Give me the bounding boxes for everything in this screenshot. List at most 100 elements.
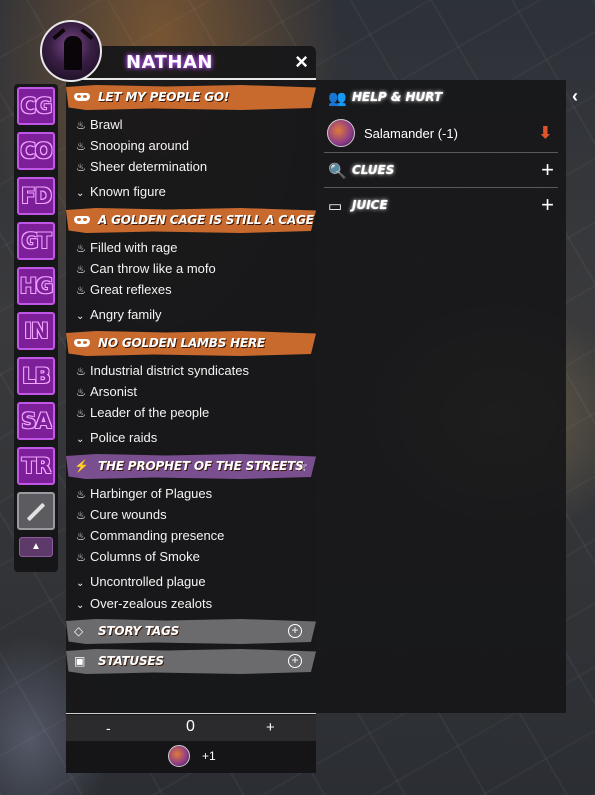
add-story-tag-icon[interactable]: + xyxy=(288,624,302,638)
help-hurt-panel: 👥 HELP & HURT Salamander (-1) ⬇ 🔍 CLUES … xyxy=(316,80,566,713)
lightning-icon: ⚡ xyxy=(74,459,89,473)
hurt-arrow-icon[interactable]: ⬇ xyxy=(539,123,552,143)
side-tab-column: CG CO FD GT HG IN LB SA TR ▲ xyxy=(14,84,58,572)
increment-button[interactable]: + xyxy=(266,719,275,736)
side-tab-tr[interactable]: TR xyxy=(17,447,55,485)
power-tag[interactable]: ♨ Great reflexes xyxy=(66,279,316,300)
clues-title: CLUES xyxy=(352,163,395,177)
mask-icon xyxy=(74,336,92,350)
weakness-tag-label: Angry family xyxy=(90,307,162,322)
side-tab-co[interactable]: CO xyxy=(17,132,55,170)
flame-icon: ♨ xyxy=(76,531,86,543)
story-tags-title: STORY TAGS xyxy=(98,624,180,638)
help-entry[interactable]: Salamander (-1) ⬇ xyxy=(324,115,558,153)
flame-icon: ♨ xyxy=(76,366,86,378)
weakness-tag-label: Over-zealous zealots xyxy=(90,596,213,611)
weakness-tag[interactable]: ⌄ Over-zealous zealots xyxy=(66,593,316,614)
collapse-up-button[interactable]: ▲ xyxy=(19,537,53,557)
add-status-icon[interactable]: + xyxy=(288,654,302,668)
power-tag-label: Leader of the people xyxy=(90,405,210,420)
weakness-tag-label: Known figure xyxy=(90,184,166,199)
power-tag-label: Sheer determination xyxy=(90,159,208,174)
search-icon: 🔍 xyxy=(328,163,347,180)
theme-banner[interactable]: NO GOLDEN LAMBS HERE xyxy=(66,331,316,356)
side-tab-fd[interactable]: FD xyxy=(17,177,55,215)
weakness-tag[interactable]: ⌄ Police raids xyxy=(66,423,316,449)
chevron-down-icon: ⌄ xyxy=(76,600,85,611)
salamander-avatar xyxy=(327,119,355,147)
power-tag[interactable]: ♨ Brawl xyxy=(66,114,316,135)
counter-row: - 0 + xyxy=(66,715,316,741)
weakness-tag[interactable]: ⌄ Uncontrolled plague xyxy=(66,567,316,593)
clues-row: 🔍 CLUES + xyxy=(324,153,558,188)
weakness-tag-label: Police raids xyxy=(90,430,158,445)
theme-banner[interactable]: A GOLDEN CAGE IS STILL A CAGE xyxy=(66,208,316,233)
theme-title: NO GOLDEN LAMBS HERE xyxy=(98,336,266,350)
power-tag[interactable]: ♨ Harbinger of Plagues xyxy=(66,483,316,504)
side-tab-in[interactable]: IN xyxy=(17,312,55,350)
medkit-icon: ▣ xyxy=(74,654,86,668)
help-entry-name: Salamander (-1) xyxy=(364,126,458,141)
close-icon[interactable]: × xyxy=(295,49,308,75)
flame-icon: ♨ xyxy=(76,264,86,276)
side-tab-lb[interactable]: LB xyxy=(17,357,55,395)
weakness-tag[interactable]: ⌄ Known figure xyxy=(66,177,316,203)
counter-value: 0 xyxy=(186,718,195,735)
power-tag[interactable]: ♨ Columns of Smoke xyxy=(66,546,316,567)
statuses-banner[interactable]: ▣ STATUSES + xyxy=(66,649,316,674)
add-juice-icon[interactable]: + xyxy=(541,192,554,218)
power-tag[interactable]: ♨ Can throw like a mofo xyxy=(66,258,316,279)
power-tag-label: Snooping around xyxy=(90,138,190,153)
power-tag-label: Great reflexes xyxy=(90,282,172,297)
power-tag-label: Industrial district syndicates xyxy=(90,363,249,378)
helper-avatar xyxy=(168,745,190,767)
edit-tool-button[interactable] xyxy=(17,492,55,530)
theme-banner[interactable]: ⚡ THE PROPHET OF THE STREETS ☆ xyxy=(66,454,316,479)
flame-icon: ♨ xyxy=(76,489,86,501)
side-tab-sa[interactable]: SA xyxy=(17,402,55,440)
pencil-icon xyxy=(26,502,46,522)
flame-icon: ♨ xyxy=(76,243,86,255)
modifier-value: +1 xyxy=(202,749,216,763)
character-avatar[interactable] xyxy=(40,20,102,82)
flame-icon: ♨ xyxy=(76,141,86,153)
character-sheet-panel: NATHAN × LET MY PEOPLE GO! ♨ Brawl ♨ Snoop… xyxy=(66,46,316,773)
star-icon[interactable]: ☆ xyxy=(295,458,308,475)
character-name: NATHAN xyxy=(126,52,213,73)
power-tag[interactable]: ♨ Industrial district syndicates xyxy=(66,360,316,381)
story-tags-banner[interactable]: ◇ STORY TAGS + xyxy=(66,619,316,644)
power-tag-label: Cure wounds xyxy=(90,507,167,522)
flame-icon: ♨ xyxy=(76,387,86,399)
theme-banner[interactable]: LET MY PEOPLE GO! xyxy=(66,85,316,110)
panel-header: NATHAN × xyxy=(66,46,316,80)
theme-title: A GOLDEN CAGE IS STILL A CAGE xyxy=(98,213,314,227)
chevron-down-icon: ⌄ xyxy=(76,188,85,199)
add-clue-icon[interactable]: + xyxy=(541,157,554,183)
power-tag[interactable]: ♨ Arsonist xyxy=(66,381,316,402)
power-tag[interactable]: ♨ Snooping around xyxy=(66,135,316,156)
statuses-title: STATUSES xyxy=(98,654,164,668)
counter-bar: - 0 + +1 xyxy=(66,713,316,773)
flame-icon: ♨ xyxy=(76,120,86,132)
power-tag[interactable]: ♨ Filled with rage xyxy=(66,237,316,258)
users-icon: 👥 xyxy=(328,90,347,107)
power-tag-label: Arsonist xyxy=(90,384,137,399)
power-tag-label: Harbinger of Plagues xyxy=(90,486,213,501)
power-tag[interactable]: ♨ Leader of the people xyxy=(66,402,316,423)
flame-icon: ♨ xyxy=(76,408,86,420)
power-tag[interactable]: ♨ Commanding presence xyxy=(66,525,316,546)
mask-icon xyxy=(74,90,92,104)
mask-icon xyxy=(74,213,92,227)
weakness-tag[interactable]: ⌄ Angry family xyxy=(66,300,316,326)
collapse-panel-icon[interactable]: ‹ xyxy=(572,86,578,107)
side-tab-hg[interactable]: HG xyxy=(17,267,55,305)
juice-title: JUICE xyxy=(352,198,388,212)
power-tag[interactable]: ♨ Cure wounds xyxy=(66,504,316,525)
side-tab-gt[interactable]: GT xyxy=(17,222,55,260)
decrement-button[interactable]: - xyxy=(106,720,111,736)
power-tag[interactable]: ♨ Sheer determination xyxy=(66,156,316,177)
side-tab-cg[interactable]: CG xyxy=(17,87,55,125)
tag-icon: ◇ xyxy=(74,624,84,638)
help-hurt-title: HELP & HURT xyxy=(352,90,443,104)
avatar-figure xyxy=(64,36,82,70)
